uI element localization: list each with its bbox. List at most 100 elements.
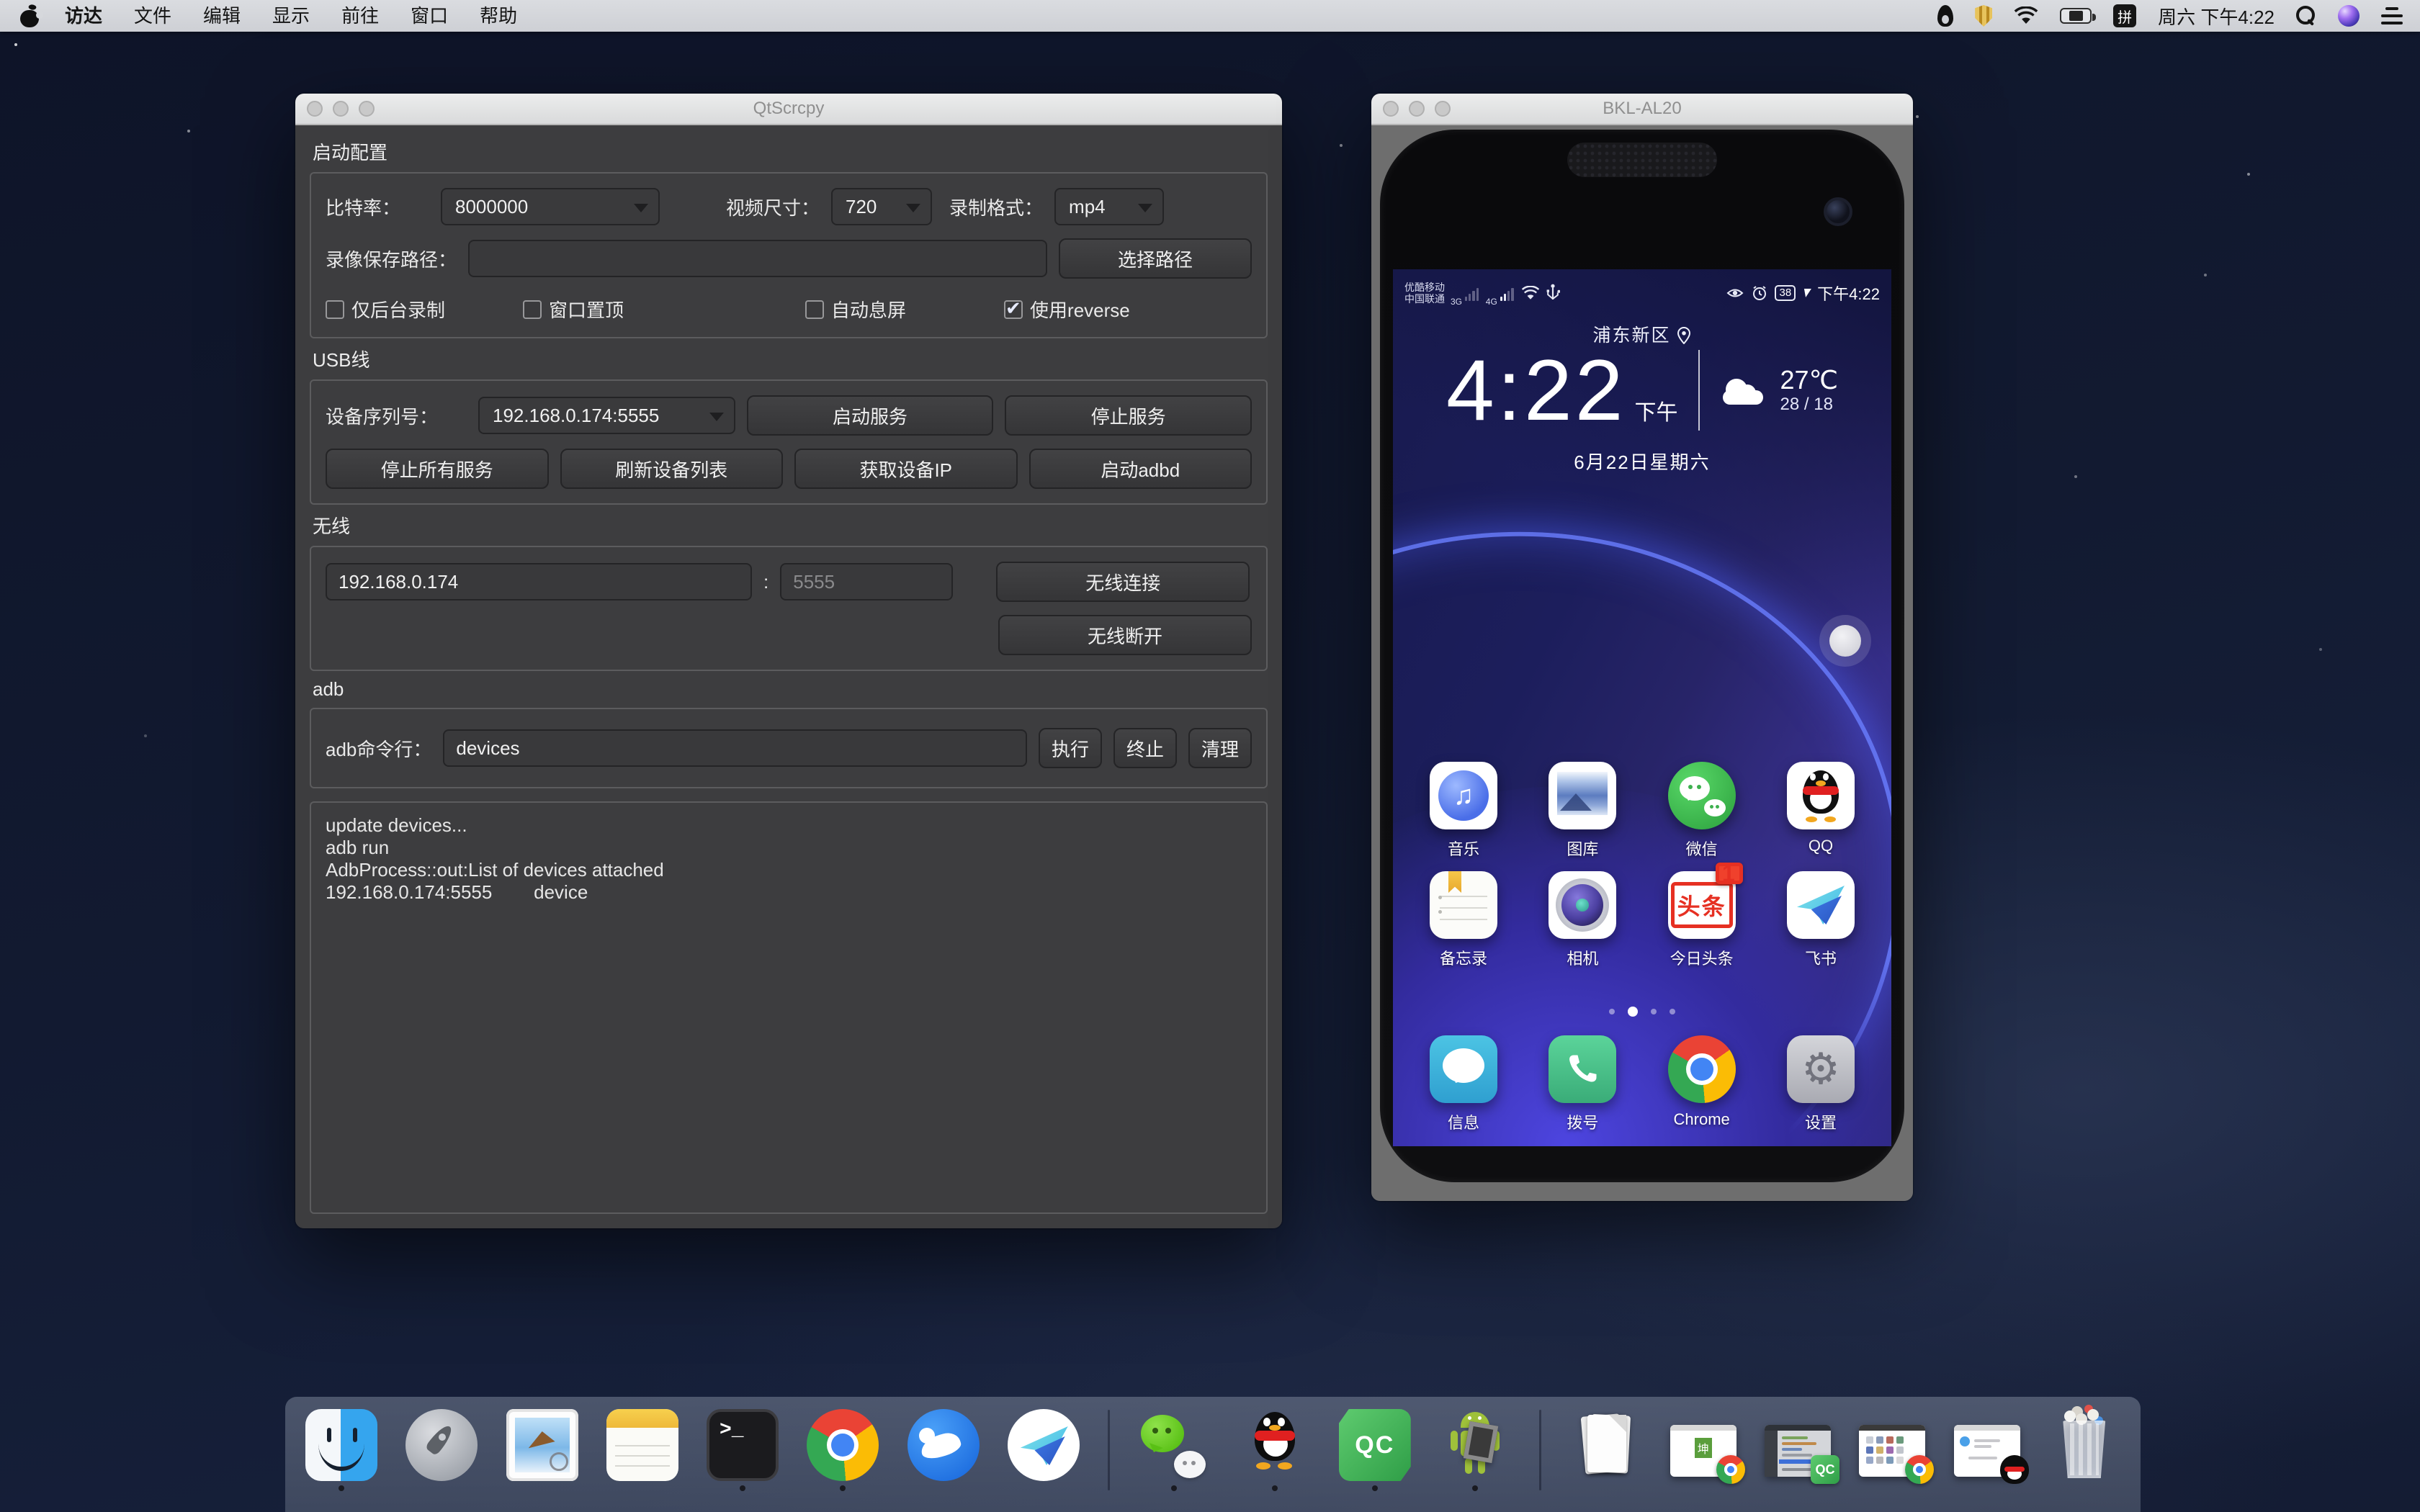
close-button[interactable]	[307, 101, 323, 117]
serial-combobox[interactable]: 192.168.0.174:5555	[478, 397, 735, 434]
qq-status-icon[interactable]	[1937, 5, 1953, 27]
app-gallery[interactable]: 图库	[1536, 762, 1628, 860]
dock-seal-app[interactable]	[908, 1409, 980, 1491]
menu-item-finder[interactable]: 访达	[49, 0, 118, 32]
app-wechat[interactable]: 微信	[1656, 762, 1748, 860]
documents-stack-icon	[1570, 1409, 1642, 1481]
wireless-connect-button[interactable]: 无线连接	[996, 562, 1250, 602]
refresh-device-list-button[interactable]: 刷新设备列表	[560, 449, 784, 489]
spotlight-search-icon[interactable]	[2296, 6, 2316, 26]
dock-minimized-qq-window[interactable]	[1954, 1413, 2020, 1487]
get-device-ip-button[interactable]: 获取设备IP	[794, 449, 1018, 489]
app-toutiao[interactable]: 头条1今日头条	[1656, 871, 1748, 969]
qtscrcpy-titlebar[interactable]: QtScrcpy	[295, 94, 1282, 125]
siri-icon[interactable]	[2338, 5, 2360, 27]
menu-item-view[interactable]: 显示	[256, 0, 326, 32]
dock-minimized-chrome-window[interactable]: 坤	[1670, 1413, 1736, 1487]
app-settings[interactable]: ⚙设置	[1775, 1035, 1867, 1133]
stop-all-services-button[interactable]: 停止所有服务	[326, 449, 549, 489]
start-service-button[interactable]: 启动服务	[747, 395, 994, 436]
phone-dock-row: 信息 拨号 Chrome ⚙设置	[1393, 1035, 1891, 1133]
stop-service-button[interactable]: 停止服务	[1005, 395, 1252, 436]
apple-menu-icon[interactable]	[20, 4, 40, 27]
traffic-lights	[307, 101, 375, 117]
phone-speaker-grille	[1567, 143, 1717, 177]
dock-terminal[interactable]	[707, 1409, 779, 1491]
dock-android-file-transfer[interactable]	[1439, 1409, 1511, 1491]
input-method-badge[interactable]: 拼	[2113, 4, 2136, 27]
minimize-button[interactable]	[333, 101, 349, 117]
wireless-port-input[interactable]	[780, 563, 953, 600]
phone-titlebar[interactable]: BKL-AL20	[1371, 94, 1913, 125]
menu-item-help[interactable]: 帮助	[464, 0, 533, 32]
menu-item-window[interactable]: 窗口	[395, 0, 464, 32]
dock-mail[interactable]	[506, 1409, 578, 1491]
app-messages[interactable]: 信息	[1417, 1035, 1510, 1133]
adb-run-button[interactable]: 执行	[1039, 728, 1102, 768]
close-button[interactable]	[1383, 101, 1399, 117]
menu-item-go[interactable]: 前往	[326, 0, 395, 32]
terminal-icon	[707, 1409, 779, 1481]
menu-item-file[interactable]: 文件	[118, 0, 187, 32]
zoom-button[interactable]	[1435, 101, 1451, 117]
phone-screen[interactable]: 优酷移动 中国联通 3G 4G 38	[1393, 269, 1891, 1146]
dock-finder[interactable]	[305, 1409, 377, 1491]
adb-log-output: update devices...adb runAdbProcess::out:…	[310, 801, 1268, 1214]
adb-stop-button[interactable]: 终止	[1113, 728, 1177, 768]
adb-cmd-input[interactable]	[443, 729, 1027, 767]
checkbox-use-reverse[interactable]: 使用reverse	[1004, 296, 1130, 323]
checkbox-background-record[interactable]: 仅后台录制	[326, 296, 445, 323]
battery-icon[interactable]	[2060, 8, 2092, 24]
dock-trash[interactable]	[2048, 1409, 2120, 1491]
app-chrome[interactable]: Chrome	[1656, 1035, 1748, 1133]
app-feishu[interactable]: 飞书	[1775, 871, 1867, 969]
section-label-usb: USB线	[313, 346, 1265, 372]
settings-gear-icon: ⚙	[1787, 1035, 1855, 1103]
dock-minimized-qtcreator-window[interactable]: QC	[1765, 1413, 1831, 1487]
dock-qtcreator[interactable]: QC	[1339, 1409, 1411, 1491]
dock-wechat[interactable]	[1138, 1409, 1210, 1491]
dock-launchpad[interactable]	[405, 1409, 478, 1491]
app-music[interactable]: ♫音乐	[1417, 762, 1510, 860]
video-size-combobox[interactable]: 720	[831, 188, 932, 225]
record-format-combobox[interactable]: mp4	[1054, 188, 1164, 225]
shield-icon[interactable]	[1975, 5, 1992, 27]
checkbox-screen-off[interactable]: 自动息屏	[805, 296, 906, 323]
clock-weather-widget[interactable]: 4:22 下午 27℃ 28 / 18 6月22日星期六	[1393, 344, 1891, 474]
choose-path-button[interactable]: 选择路径	[1059, 238, 1252, 279]
menu-bar-clock[interactable]: 周六 下午4:22	[2158, 3, 2275, 30]
notification-badge: 1	[1716, 863, 1743, 884]
record-path-input[interactable]	[468, 240, 1047, 277]
dock-chrome[interactable]	[807, 1409, 879, 1491]
wireless-ip-input[interactable]	[326, 563, 752, 600]
dock-minimized-chrome-window-2[interactable]	[1859, 1413, 1925, 1487]
notification-center-icon[interactable]	[2381, 7, 2403, 24]
wifi-icon[interactable]	[2014, 6, 2038, 25]
dock-notes[interactable]	[606, 1409, 678, 1491]
qq-icon	[1787, 762, 1855, 829]
android-robot-icon	[1439, 1409, 1511, 1481]
phone-wifi-icon	[1521, 286, 1540, 300]
assistive-ball[interactable]	[1829, 625, 1861, 657]
bitrate-combobox[interactable]: 8000000	[441, 188, 660, 225]
zoom-button[interactable]	[359, 101, 375, 117]
minimize-button[interactable]	[1409, 101, 1425, 117]
dock-divider	[1108, 1410, 1110, 1490]
dock-qq[interactable]	[1239, 1409, 1311, 1491]
chrome-badge-icon	[1905, 1455, 1934, 1484]
phone-battery-percent: 38	[1775, 285, 1796, 301]
desktop: 访达 文件 编辑 显示 前往 窗口 帮助 拼 周六 下午4:22 QtScrcp…	[0, 0, 2420, 1512]
start-adbd-button[interactable]: 启动adbd	[1029, 449, 1252, 489]
dock-feishu[interactable]	[1008, 1409, 1080, 1491]
app-camera[interactable]: 相机	[1536, 871, 1628, 969]
dock-documents-stack[interactable]	[1570, 1409, 1642, 1491]
wallpaper-stars	[14, 43, 17, 46]
app-notes[interactable]: 备忘录	[1417, 871, 1510, 969]
app-dialer[interactable]: 拨号	[1536, 1035, 1628, 1133]
adb-clear-button[interactable]: 清理	[1188, 728, 1252, 768]
colon-separator: :	[763, 571, 768, 593]
menu-item-edit[interactable]: 编辑	[187, 0, 256, 32]
app-qq[interactable]: QQ	[1775, 762, 1867, 860]
checkbox-always-on-top[interactable]: 窗口置顶	[523, 296, 624, 323]
wireless-disconnect-button[interactable]: 无线断开	[998, 615, 1252, 655]
